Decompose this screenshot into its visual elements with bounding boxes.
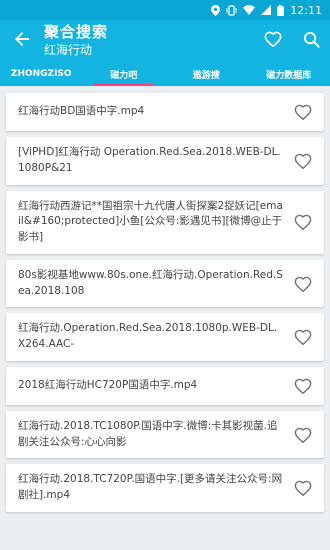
heart-outline-icon[interactable]	[292, 273, 314, 295]
search-icon	[303, 31, 320, 52]
result-card[interactable]: 红海行动.Operation.Red.Sea.2018.1080p.WEB-DL…	[6, 313, 324, 361]
wifi-icon	[243, 5, 256, 15]
heart-outline-icon[interactable]	[292, 375, 314, 397]
result-title: 红海行动.Operation.Red.Sea.2018.1080p.WEB-DL…	[18, 322, 278, 350]
heart-outline-icon[interactable]	[292, 477, 314, 499]
tab-label: 遨游搜	[192, 70, 220, 81]
result-title: 红海行动BD国语中字.mp4	[18, 105, 145, 118]
heart-outline-icon[interactable]	[292, 326, 314, 348]
result-title: 80s影视基地www.80s.one.红海行动.Operation.Red.Se…	[18, 268, 283, 297]
page-title: 聚合搜索	[44, 23, 109, 42]
battery-icon	[277, 4, 285, 16]
location-icon	[211, 4, 221, 16]
tab-label: 磁力数据库	[266, 70, 312, 81]
result-title: 红海行动.2018.TC720P.国语中字.[更多请关注公众号:网剧社].mp4	[18, 473, 283, 501]
result-card[interactable]: 80s影视基地www.80s.one.红海行动.Operation.Red.Se…	[6, 259, 324, 308]
result-card[interactable]: 2018红海行动HC720P国语中字.mp4	[6, 366, 324, 405]
heart-outline-icon	[264, 31, 282, 51]
status-time: 12:11	[290, 3, 322, 17]
favorites-button[interactable]	[254, 20, 292, 62]
heart-outline-icon[interactable]	[292, 101, 314, 123]
result-card[interactable]: 红海行动.2018.TC1080P.国语中字.微博:卡其影视菌.追剧关注公众号:…	[6, 410, 324, 459]
heart-outline-icon[interactable]	[292, 150, 314, 172]
tab-bar: ZHONGZISO 磁力吧 遨游搜 磁力数据库	[0, 62, 330, 86]
status-bar: 12:11	[0, 0, 330, 20]
result-title: 红海行动西游记**国祖宗十九代唐人街探案2捉妖记[email&#160;prot…	[18, 199, 283, 244]
app-bar: 聚合搜索 红海行动	[0, 20, 330, 62]
result-card[interactable]: 红海行动.2018.TC720P.国语中字.[更多请关注公众号:网剧社].mp4	[6, 464, 324, 512]
result-card[interactable]: [ViPHD]红海行动 Operation.Red.Sea.2018.WEB-D…	[6, 137, 324, 185]
back-button[interactable]	[0, 20, 44, 62]
heart-outline-icon[interactable]	[292, 211, 314, 233]
arrow-left-icon	[13, 30, 31, 52]
signal-icon	[261, 5, 272, 15]
vibrate-icon	[226, 4, 237, 16]
tab-aoyousou[interactable]: 遨游搜	[165, 62, 248, 86]
search-button[interactable]	[292, 20, 330, 62]
result-card[interactable]: 红海行动西游记**国祖宗十九代唐人街探案2捉妖记[email&#160;prot…	[6, 190, 324, 254]
tab-cilibar[interactable]: 磁力吧	[83, 62, 166, 86]
result-title: [ViPHD]红海行动 Operation.Red.Sea.2018.WEB-D…	[18, 146, 281, 174]
heart-outline-icon[interactable]	[292, 424, 314, 446]
tab-zhongziso[interactable]: ZHONGZISO	[0, 62, 83, 86]
page-subtitle: 红海行动	[44, 42, 93, 57]
result-card[interactable]: 红海行动BD国语中字.mp4	[6, 93, 324, 131]
title-block: 聚合搜索 红海行动	[44, 24, 254, 57]
result-title: 红海行动.2018.TC1080P.国语中字.微博:卡其影视菌.追剧关注公众号:…	[18, 419, 278, 448]
result-title: 2018红海行动HC720P国语中字.mp4	[18, 378, 198, 391]
result-list: 红海行动BD国语中字.mp4 [ViPHD]红海行动 Operation.Red…	[0, 90, 330, 550]
tab-label: 磁力吧	[110, 70, 138, 81]
tab-cili-database[interactable]: 磁力数据库	[248, 62, 330, 86]
tab-label: ZHONGZISO	[10, 69, 72, 79]
